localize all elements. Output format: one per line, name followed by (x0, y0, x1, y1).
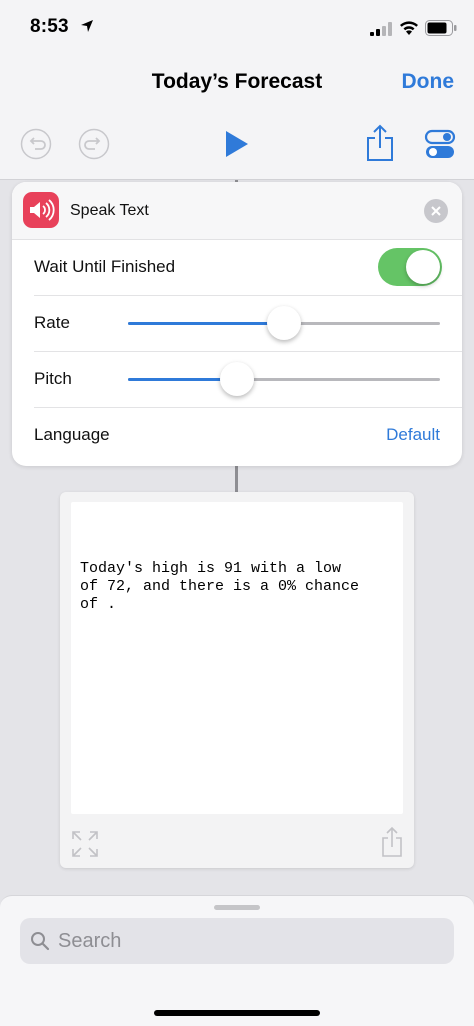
text-content: Today's high is 91 with a low of 72, and… (80, 560, 360, 613)
pitch-slider[interactable] (128, 352, 440, 408)
status-bar: 8:53 (0, 0, 474, 56)
cellular-signal-icon (370, 22, 392, 36)
language-label: Language (34, 425, 110, 444)
action-title: Speak Text (70, 202, 149, 219)
close-icon[interactable] (424, 199, 448, 223)
battery-icon (425, 20, 457, 36)
sheet-grabber[interactable] (214, 905, 260, 910)
rate-label: Rate (34, 313, 70, 332)
search-icon (31, 932, 50, 951)
redo-icon[interactable] (78, 128, 110, 160)
search-placeholder: Search (58, 930, 122, 952)
slider-fill (128, 322, 284, 325)
search-input[interactable]: Search (20, 918, 454, 964)
pitch-row: Pitch (34, 352, 462, 408)
share-icon[interactable] (381, 826, 403, 858)
rate-slider[interactable] (128, 296, 440, 352)
text-action-card: Today's high is 91 with a low of 72, and… (60, 492, 414, 868)
toggle-knob (406, 250, 440, 284)
action-header: Speak Text (12, 182, 462, 240)
pitch-label: Pitch (34, 369, 72, 388)
play-icon[interactable] (222, 129, 252, 159)
wait-until-finished-label: Wait Until Finished (34, 257, 176, 276)
settings-toggles-icon[interactable] (424, 128, 456, 160)
speaker-icon (30, 199, 55, 221)
home-indicator (154, 1010, 320, 1016)
actions-bottom-sheet[interactable]: Search (0, 895, 474, 1026)
wait-until-finished-row: Wait Until Finished (34, 240, 462, 296)
text-field[interactable]: Today's high is 91 with a low of 72, and… (71, 502, 403, 814)
expand-icon[interactable] (71, 830, 99, 858)
language-value[interactable]: Default (386, 425, 440, 445)
language-row[interactable]: Language Default (34, 408, 462, 464)
done-button[interactable]: Done (402, 70, 455, 94)
speaker-app-icon (23, 192, 59, 228)
speak-text-action-card[interactable]: Speak Text Wait Until Finished Rate Pitc… (12, 182, 462, 466)
status-time: 8:53 (30, 16, 69, 37)
header: 8:53 Today’s Forecast Done (0, 0, 474, 180)
slider-thumb[interactable] (267, 306, 301, 340)
undo-icon[interactable] (20, 128, 52, 160)
wait-until-finished-toggle[interactable] (378, 248, 442, 286)
location-arrow-icon (81, 20, 93, 32)
share-icon[interactable] (364, 124, 396, 162)
wifi-icon (400, 21, 418, 35)
rate-row: Rate (34, 296, 462, 352)
flow-connector (235, 466, 238, 492)
slider-thumb[interactable] (220, 362, 255, 396)
